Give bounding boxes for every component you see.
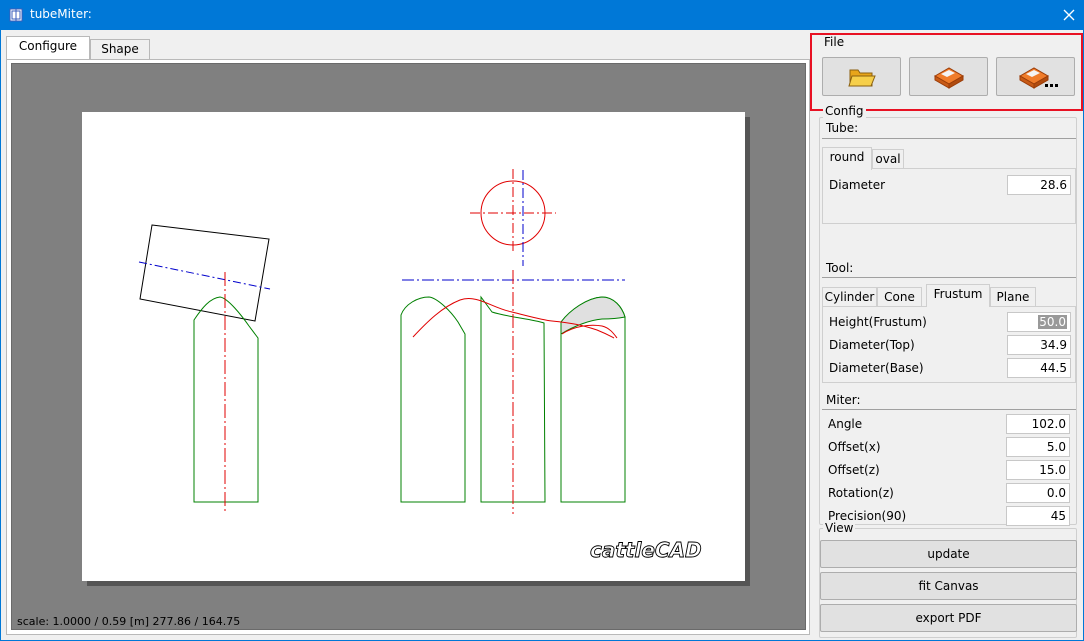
config-group-label: Config (823, 104, 866, 118)
title-bar: tubeMiter: (0, 0, 1084, 30)
tab-shape[interactable]: Shape (90, 39, 150, 59)
offset-x-label: Offset(x) (828, 440, 881, 454)
angle-label: Angle (828, 417, 863, 431)
tube-section-label: Tube: (826, 121, 859, 135)
close-icon[interactable] (1054, 0, 1084, 30)
height-frustum-input[interactable]: 50.0 (1007, 312, 1071, 332)
tool-axis (138, 261, 271, 290)
config-group: Config Tube: round oval Diameter 28.6 To… (819, 104, 1077, 526)
offset-x-input[interactable]: 5.0 (1006, 437, 1070, 457)
floppy-save-as-icon (1018, 67, 1058, 89)
tube-section-rule (822, 138, 1076, 139)
offset-z-label: Offset(z) (828, 463, 880, 477)
tab-configure[interactable]: Configure (6, 36, 90, 59)
tube-round-panel: Diameter 28.6 (822, 168, 1076, 224)
floppy-save-icon (933, 67, 965, 89)
miter-section-rule (822, 409, 1076, 410)
tab-cone[interactable]: Cone (877, 287, 922, 307)
tool-frustum-panel: Height(Frustum) 50.0 Diameter(Top) 34.9 … (822, 306, 1076, 383)
view-group: View update fit Canvas export PDF (819, 521, 1077, 638)
folder-open-icon (848, 69, 876, 87)
save-as-button[interactable] (996, 57, 1075, 96)
tab-plane[interactable]: Plane (990, 287, 1036, 307)
save-file-button[interactable] (909, 57, 988, 96)
offset-z-input[interactable]: 15.0 (1006, 460, 1070, 480)
open-file-button[interactable] (822, 57, 901, 96)
paper-sheet: cattleCAD (82, 112, 745, 581)
diameter-label: Diameter (829, 178, 886, 192)
diameter-top-label: Diameter(Top) (829, 338, 915, 352)
cattlecad-logo: cattleCAD (590, 538, 702, 562)
height-frustum-label: Height(Frustum) (829, 315, 927, 329)
status-scale-text: scale: 1.0000 / 0.59 [m] 277.86 / 164.75 (17, 615, 241, 628)
tube-view-1 (400, 296, 466, 503)
drawing-canvas[interactable]: cattleCAD scale: 1.0000 / 0.59 [m] 277.8… (11, 63, 806, 630)
tab-oval[interactable]: oval (872, 149, 904, 169)
tab-frustum[interactable]: Frustum (926, 284, 990, 307)
height-frustum-value: 50.0 (1038, 315, 1067, 329)
update-button[interactable]: update (820, 540, 1077, 568)
angle-input[interactable]: 102.0 (1006, 414, 1070, 434)
tube-side-profile (193, 296, 259, 503)
tool-section-label: Tool: (826, 261, 854, 275)
canvas-frame: cattleCAD scale: 1.0000 / 0.59 [m] 277.8… (6, 59, 810, 635)
miter-section-label: Miter: (826, 393, 861, 407)
right-panel: File Config Tube: round oval Diameter 28… (810, 30, 1083, 641)
diameter-top-input[interactable]: 34.9 (1007, 335, 1071, 355)
export-pdf-button[interactable]: export PDF (820, 604, 1077, 632)
tab-cylinder[interactable]: Cylinder (822, 287, 877, 307)
diameter-base-label: Diameter(Base) (829, 361, 924, 375)
main-window: Configure Shape cattleCAD scale: 1.0000 … (0, 30, 1084, 641)
rotation-z-input[interactable]: 0.0 (1006, 483, 1070, 503)
fit-canvas-button[interactable]: fit Canvas (820, 572, 1077, 600)
tab-round[interactable]: round (822, 147, 872, 170)
precision-input[interactable]: 45 (1006, 506, 1070, 526)
miter-drawing: cattleCAD (138, 169, 702, 562)
tool-section-rule (822, 277, 1076, 278)
rotation-z-label: Rotation(z) (828, 486, 894, 500)
diameter-input[interactable]: 28.6 (1007, 175, 1071, 195)
diameter-base-input[interactable]: 44.5 (1007, 358, 1071, 378)
window-title: tubeMiter: (30, 7, 92, 21)
view-group-label: View (823, 521, 856, 535)
app-icon (9, 8, 23, 22)
